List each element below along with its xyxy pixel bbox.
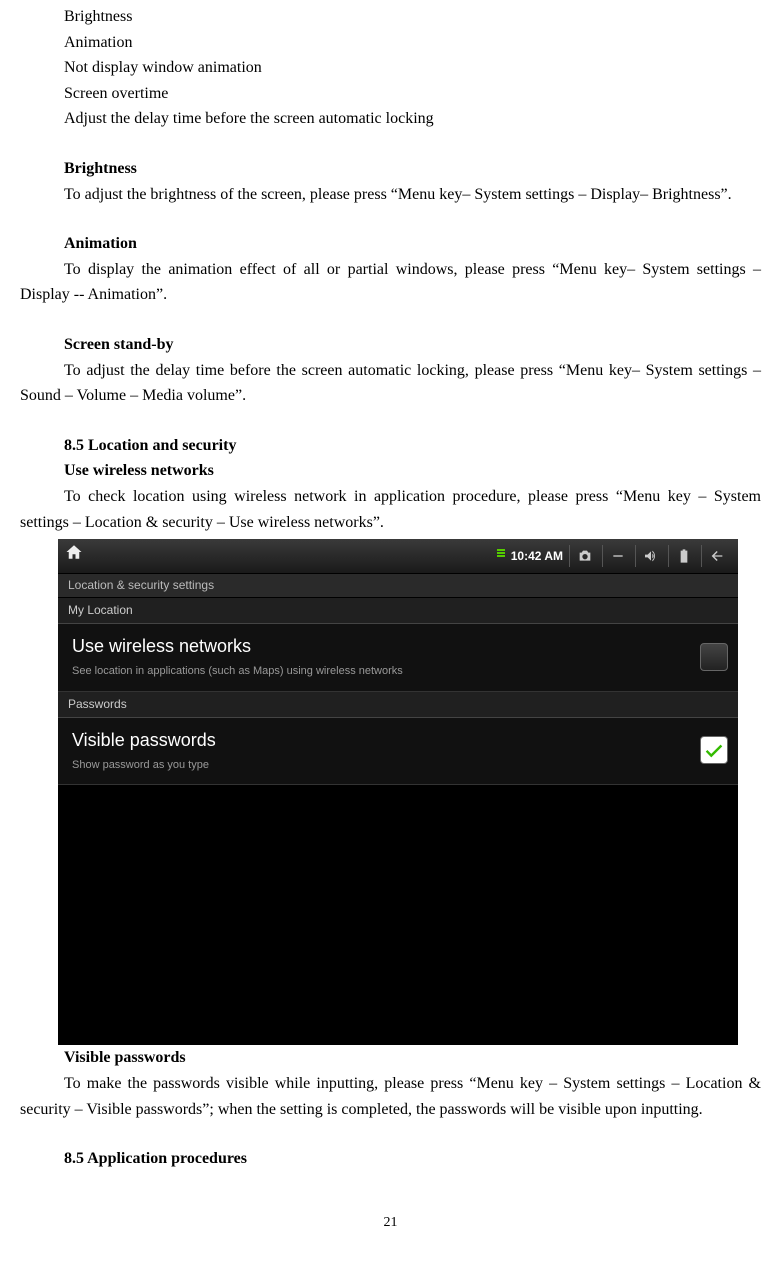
notification-icon <box>495 543 511 569</box>
para-use-wireless: To check location using wireless network… <box>20 484 761 535</box>
checkbox-use-wireless[interactable] <box>700 643 728 671</box>
checkbox-visible-passwords[interactable] <box>700 736 728 764</box>
category-my-location: My Location <box>58 598 738 624</box>
screen-title: Location & security settings <box>58 574 738 598</box>
device-screenshot: 10:42 AM Location & security settings My… <box>58 539 738 1045</box>
empty-area <box>58 785 738 1045</box>
battery-icon <box>668 545 699 567</box>
status-time: 10:42 AM <box>511 547 563 566</box>
row-visible-passwords-subtitle: Show password as you type <box>72 757 700 775</box>
row-visible-passwords-title: Visible passwords <box>72 726 700 755</box>
line-adjust-delay: Adjust the delay time before the screen … <box>20 106 761 132</box>
row-use-wireless[interactable]: Use wireless networks See location in ap… <box>58 624 738 691</box>
back-icon[interactable] <box>701 545 732 567</box>
line-brightness: Brightness <box>20 4 761 30</box>
heading-location-security: 8.5 Location and security <box>20 433 761 459</box>
page-number: 21 <box>20 1212 761 1234</box>
heading-animation: Animation <box>20 231 761 257</box>
row-use-wireless-subtitle: See location in applications (such as Ma… <box>72 663 700 681</box>
heading-brightness: Brightness <box>20 156 761 182</box>
row-use-wireless-title: Use wireless networks <box>72 632 700 661</box>
status-bar: 10:42 AM <box>58 539 738 574</box>
para-brightness: To adjust the brightness of the screen, … <box>20 182 761 208</box>
para-screen-standby: To adjust the delay time before the scre… <box>20 358 761 409</box>
line-screen-overtime: Screen overtime <box>20 81 761 107</box>
home-icon[interactable] <box>64 543 84 570</box>
category-passwords: Passwords <box>58 692 738 718</box>
heading-application-procedures: 8.5 Application procedures <box>20 1146 761 1172</box>
line-not-display: Not display window animation <box>20 55 761 81</box>
heading-visible-passwords: Visible passwords <box>20 1045 761 1071</box>
para-visible-passwords: To make the passwords visible while inpu… <box>20 1071 761 1122</box>
row-visible-passwords[interactable]: Visible passwords Show password as you t… <box>58 718 738 785</box>
heading-use-wireless: Use wireless networks <box>20 458 761 484</box>
volume-icon[interactable] <box>635 545 666 567</box>
heading-screen-standby: Screen stand-by <box>20 332 761 358</box>
minus-icon[interactable] <box>602 545 633 567</box>
para-animation: To display the animation effect of all o… <box>20 257 761 308</box>
camera-icon[interactable] <box>569 545 600 567</box>
line-animation: Animation <box>20 30 761 56</box>
